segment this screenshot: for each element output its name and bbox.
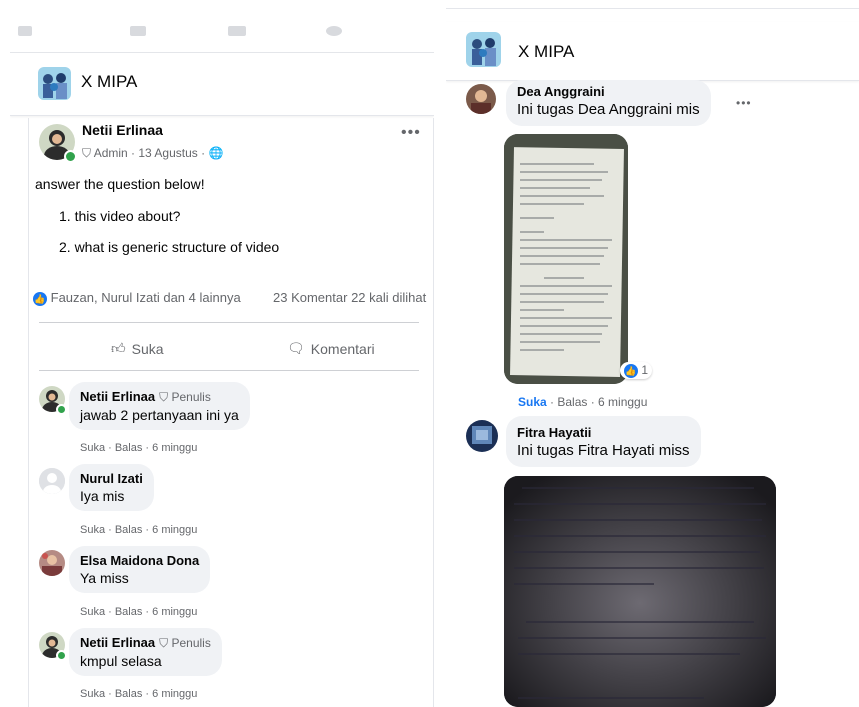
comment-bubble: Elsa Maidona Dona Ya miss bbox=[69, 546, 211, 593]
comment-author[interactable]: Netii Erlinaa ⛉ Penulis bbox=[80, 635, 211, 651]
comment-bubble: Netii Erlinaa ⛉ Penulis jawab 2 pertanyaa… bbox=[69, 382, 250, 430]
like-icon: 👍︎ bbox=[111, 340, 126, 356]
comment-label: Komentari bbox=[310, 340, 375, 357]
watch-icon[interactable] bbox=[130, 26, 146, 36]
commenter-avatar[interactable] bbox=[466, 84, 496, 114]
online-status-icon bbox=[56, 650, 67, 661]
comment-text: kmpul selasa bbox=[80, 653, 162, 669]
divider bbox=[39, 322, 419, 323]
globe-icon: 🌐 bbox=[208, 146, 224, 160]
comment-actions-rest[interactable]: · Balas · 6 minggu bbox=[547, 395, 647, 409]
online-status-icon bbox=[56, 404, 67, 415]
comment-bubble: Dea Anggraini Ini tugas Dea Anggraini mi… bbox=[506, 80, 711, 126]
comment-button[interactable]: 🗨︎ Komentari bbox=[287, 340, 375, 357]
comment-text: Ini tugas Dea Anggraini mis bbox=[517, 101, 700, 118]
reaction-like-icon: 👍 bbox=[624, 363, 638, 378]
group-title[interactable]: X MIPA bbox=[81, 72, 137, 92]
like-button[interactable]: 👍︎ Suka bbox=[111, 340, 164, 357]
comment-bubble: Nurul Izati Iya mis bbox=[69, 464, 154, 511]
post-author-name[interactable]: Netii Erlinaa bbox=[82, 122, 163, 138]
marketplace-icon[interactable] bbox=[228, 26, 246, 36]
group-header[interactable]: X MIPA bbox=[446, 22, 859, 81]
post-item-1: 1. this video about? bbox=[59, 208, 181, 224]
group-avatar-icon bbox=[38, 67, 71, 100]
commenter-avatar[interactable] bbox=[466, 420, 498, 452]
like-label: Suka bbox=[131, 340, 164, 357]
comment-author[interactable]: Netii Erlinaa ⛉ Penulis bbox=[80, 389, 239, 405]
comment-text: Ya miss bbox=[80, 570, 129, 586]
comment-bubble: Fitra Hayatii Ini tugas Fitra Hayati mis… bbox=[506, 416, 701, 467]
comment-icon: 🗨︎ bbox=[287, 340, 305, 356]
reaction-badge[interactable]: 👍 1 bbox=[620, 362, 653, 379]
right-screenshot: X MIPA Dea Anggraini Ini tugas Dea Anggr… bbox=[446, 0, 859, 707]
homework-photo[interactable] bbox=[504, 476, 776, 707]
reaction-like-icon: 👍 bbox=[33, 291, 47, 306]
comment-author[interactable]: Dea Anggraini bbox=[517, 84, 700, 99]
home-icon[interactable] bbox=[18, 26, 32, 36]
divider bbox=[39, 370, 419, 371]
post-role: Admin bbox=[93, 146, 128, 160]
post-text: answer the question below! bbox=[35, 176, 205, 192]
comment-actions[interactable]: Suka · Balas · 6 minggu bbox=[80, 606, 197, 618]
post-meta: ⛉ Admin · 13 Agustus · 🌐 bbox=[82, 146, 224, 160]
post-card: Netii Erlinaa ⛉ Admin · 13 Agustus · 🌐 •… bbox=[28, 118, 434, 707]
divider bbox=[446, 8, 859, 9]
more-icon[interactable]: ••• bbox=[401, 124, 421, 142]
group-title[interactable]: X MIPA bbox=[518, 42, 574, 62]
more-icon[interactable]: ••• bbox=[736, 96, 752, 110]
comment-actions[interactable]: Suka · Balas · 6 minggu bbox=[80, 442, 197, 454]
comment-bubble: Netii Erlinaa ⛉ Penulis kmpul selasa bbox=[69, 628, 222, 676]
shield-icon: ⛉ bbox=[82, 146, 92, 160]
liked-label[interactable]: Suka bbox=[518, 395, 547, 409]
left-screenshot: X MIPA Netii Erlinaa ⛉ Admin · 13 Agustu… bbox=[10, 22, 434, 707]
author-badge: ⛉ Penulis bbox=[159, 636, 211, 650]
author-badge: ⛉ Penulis bbox=[159, 390, 211, 404]
comment-actions[interactable]: Suka · Balas · 6 minggu bbox=[80, 688, 197, 700]
groups-icon[interactable] bbox=[326, 26, 342, 36]
reactions-summary[interactable]: 👍 Fauzan, Nurul Izati dan 4 lainnya bbox=[33, 290, 241, 306]
group-header[interactable]: X MIPA bbox=[10, 53, 434, 116]
post-date[interactable]: 13 Agustus bbox=[138, 146, 197, 160]
comments-count[interactable]: 23 Komentar bbox=[273, 290, 347, 305]
comment-text: Iya mis bbox=[80, 488, 125, 504]
reactions-names[interactable]: Fauzan, Nurul Izati dan 4 lainnya bbox=[51, 290, 241, 305]
commenter-avatar[interactable] bbox=[39, 468, 65, 494]
comment-author[interactable]: Nurul Izati bbox=[80, 471, 143, 486]
comment-text: jawab 2 pertanyaan ini ya bbox=[80, 407, 239, 423]
post-item-2: 2. what is generic structure of video bbox=[59, 239, 280, 255]
commenter-avatar[interactable] bbox=[39, 550, 65, 576]
comment-author[interactable]: Fitra Hayatii bbox=[517, 425, 690, 440]
online-status-icon bbox=[64, 150, 77, 163]
post-stats: 23 Komentar 22 kali dilihat bbox=[273, 290, 426, 305]
top-nav-strip bbox=[10, 22, 434, 53]
reaction-count: 1 bbox=[641, 363, 649, 377]
views-count: 22 kali dilihat bbox=[351, 290, 427, 305]
comment-author[interactable]: Elsa Maidona Dona bbox=[80, 553, 199, 568]
group-avatar-icon bbox=[466, 32, 501, 67]
homework-photo[interactable] bbox=[504, 134, 628, 384]
comment-actions[interactable]: Suka · Balas · 6 minggu bbox=[518, 395, 647, 409]
comment-text: Ini tugas Fitra Hayati miss bbox=[517, 442, 690, 459]
comment-actions[interactable]: Suka · Balas · 6 minggu bbox=[80, 524, 197, 536]
